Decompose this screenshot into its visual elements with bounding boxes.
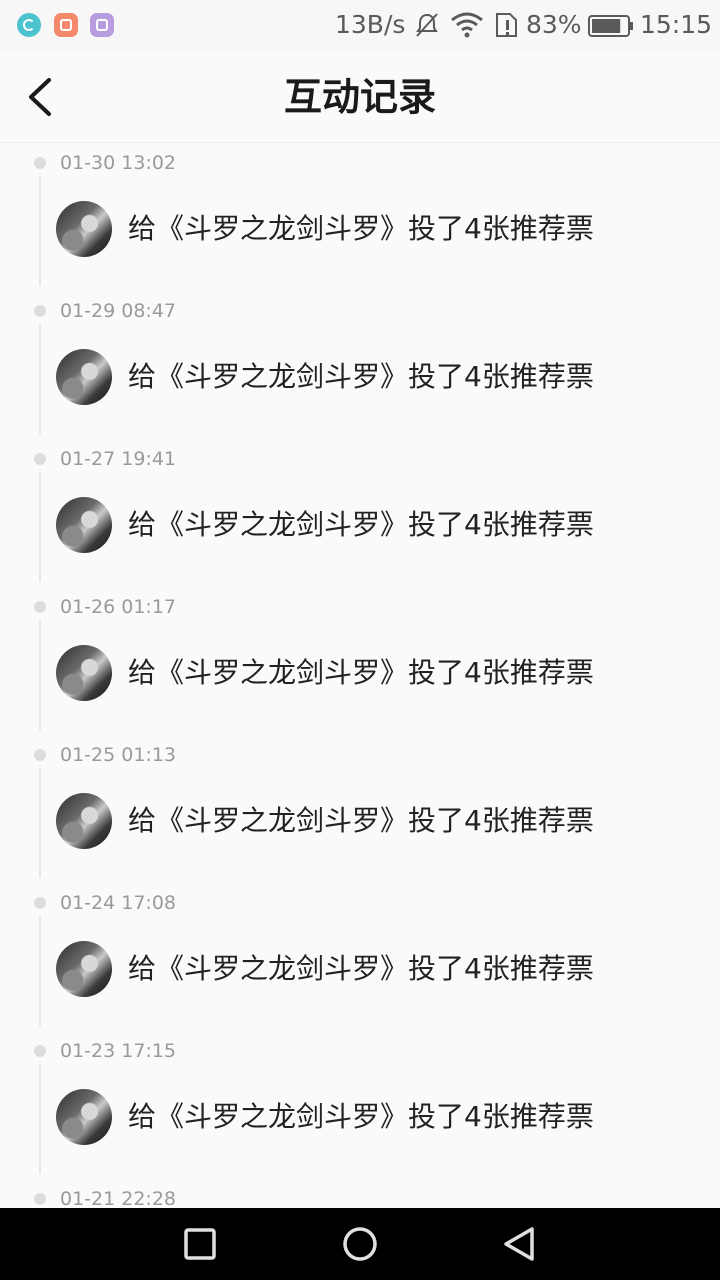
record-text: 给《斗罗之龙剑斗罗》投了4张推荐票 xyxy=(128,360,594,393)
timeline-dot xyxy=(34,1045,46,1057)
timeline-dot xyxy=(34,601,46,613)
clock: 15:15 xyxy=(640,10,713,39)
moon-app-icon xyxy=(17,13,41,37)
network-speed: 13B/s xyxy=(335,10,406,39)
list-item[interactable]: 01-24 17:08 给《斗罗之龙剑斗罗》投了4张推荐票 xyxy=(0,884,720,1032)
list-item[interactable]: 01-23 17:15 给《斗罗之龙剑斗罗》投了4张推荐票 xyxy=(0,1032,720,1180)
record-timestamp: 01-24 17:08 xyxy=(60,892,177,914)
record-timestamp: 01-23 17:15 xyxy=(60,1040,177,1062)
avatar[interactable] xyxy=(56,201,112,257)
gallery-app-icon xyxy=(90,13,114,37)
timeline-line xyxy=(39,1064,41,1174)
navigation-bar xyxy=(0,1208,720,1280)
timeline-dot xyxy=(34,749,46,761)
avatar[interactable] xyxy=(56,941,112,997)
record-text: 给《斗罗之龙剑斗罗》投了4张推荐票 xyxy=(128,508,594,541)
home-icon xyxy=(343,1227,377,1261)
timeline-dot xyxy=(34,1193,46,1205)
record-text: 给《斗罗之龙剑斗罗》投了4张推荐票 xyxy=(128,804,594,837)
record-text: 给《斗罗之龙剑斗罗》投了4张推荐票 xyxy=(128,212,594,245)
timeline-line xyxy=(39,916,41,1026)
list-item[interactable]: 01-25 01:13 给《斗罗之龙剑斗罗》投了4张推荐票 xyxy=(0,736,720,884)
timeline-line xyxy=(39,176,41,286)
wifi-icon xyxy=(451,12,483,38)
home-button[interactable] xyxy=(340,1224,380,1264)
mail-app-icon xyxy=(54,13,78,37)
status-bar: 13B/s 83% 15:15 xyxy=(0,0,720,50)
timeline-dot xyxy=(34,453,46,465)
page-title: 互动记录 xyxy=(283,74,436,119)
timeline-line xyxy=(39,324,41,434)
header: 互动记录 xyxy=(0,50,720,143)
recent-apps-button[interactable] xyxy=(180,1224,220,1264)
record-timestamp: 01-26 01:17 xyxy=(60,596,177,618)
timeline-line xyxy=(39,620,41,730)
avatar[interactable] xyxy=(56,1089,112,1145)
list-item[interactable]: 01-29 08:47 给《斗罗之龙剑斗罗》投了4张推荐票 xyxy=(0,292,720,440)
timeline-line xyxy=(39,472,41,582)
record-timestamp: 01-25 01:13 xyxy=(60,744,177,766)
list-item[interactable]: 01-21 22:28 xyxy=(0,1180,720,1208)
record-timestamp: 01-27 19:41 xyxy=(60,448,177,470)
record-text: 给《斗罗之龙剑斗罗》投了4张推荐票 xyxy=(128,656,594,689)
avatar[interactable] xyxy=(56,349,112,405)
avatar[interactable] xyxy=(56,497,112,553)
record-text: 给《斗罗之龙剑斗罗》投了4张推荐票 xyxy=(128,952,594,985)
record-text: 给《斗罗之龙剑斗罗》投了4张推荐票 xyxy=(128,1100,594,1133)
sim-alert-icon xyxy=(496,13,517,37)
list-item[interactable]: 01-30 13:02 给《斗罗之龙剑斗罗》投了4张推荐票 xyxy=(0,144,720,292)
battery-percent: 83% xyxy=(526,10,582,39)
record-timestamp: 01-29 08:47 xyxy=(60,300,177,322)
back-nav-button[interactable] xyxy=(500,1224,540,1264)
mute-icon xyxy=(416,13,438,37)
list-item[interactable]: 01-27 19:41 给《斗罗之龙剑斗罗》投了4张推荐票 xyxy=(0,440,720,588)
list-item[interactable]: 01-26 01:17 给《斗罗之龙剑斗罗》投了4张推荐票 xyxy=(0,588,720,736)
avatar[interactable] xyxy=(56,793,112,849)
timeline-dot xyxy=(34,897,46,909)
back-icon xyxy=(504,1227,534,1261)
battery-icon xyxy=(588,15,633,37)
interaction-timeline[interactable]: 01-30 13:02 给《斗罗之龙剑斗罗》投了4张推荐票 01-29 08:47 给… xyxy=(0,144,720,1208)
timeline-line xyxy=(39,768,41,878)
timeline-dot xyxy=(34,157,46,169)
record-timestamp: 01-30 13:02 xyxy=(60,152,177,174)
avatar[interactable] xyxy=(56,645,112,701)
record-timestamp: 01-21 22:28 xyxy=(60,1188,177,1208)
timeline-dot xyxy=(34,305,46,317)
recent-apps-icon xyxy=(184,1228,216,1260)
